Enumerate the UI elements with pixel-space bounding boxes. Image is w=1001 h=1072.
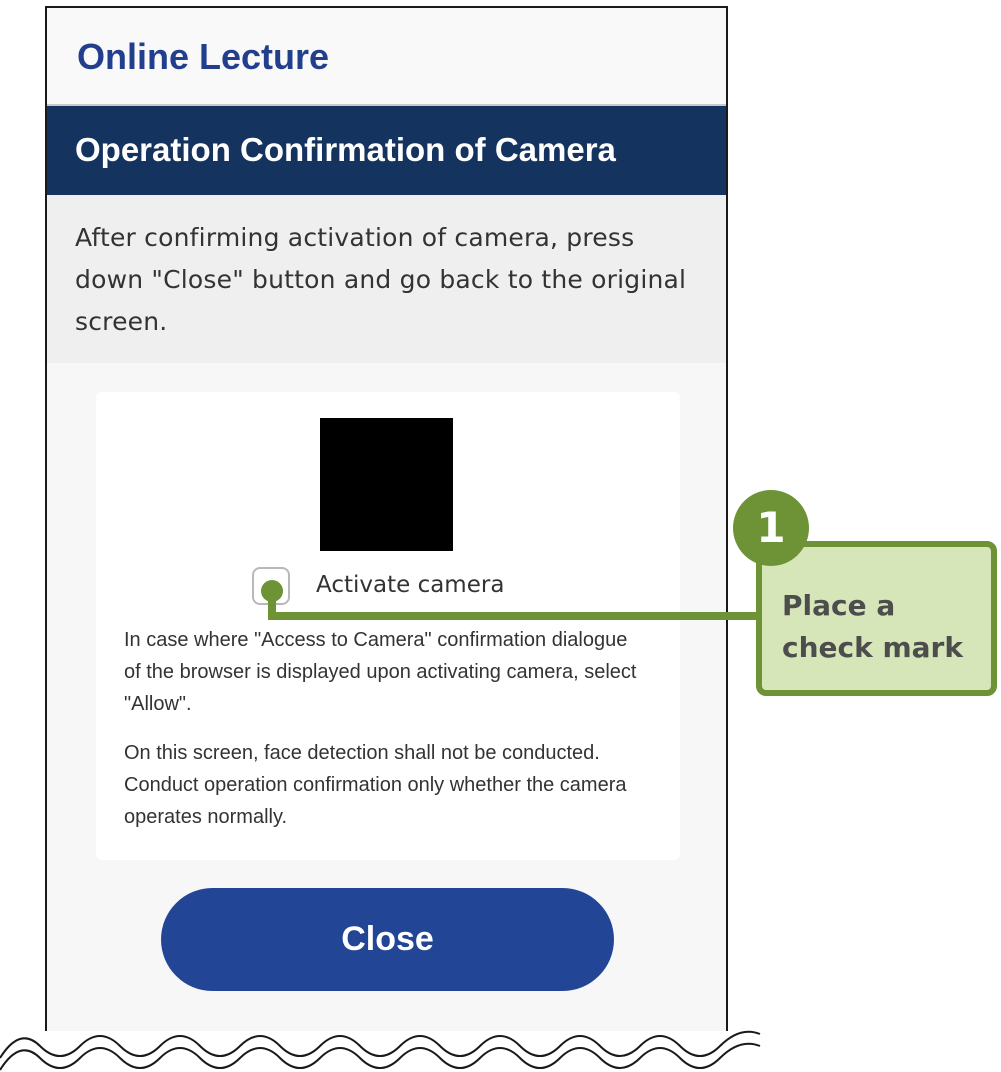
activate-camera-label[interactable]: Activate camera — [316, 570, 504, 600]
camera-preview — [320, 418, 453, 551]
instruction-text: After confirming activation of camera, p… — [47, 195, 726, 363]
callout-text: Place a check mark — [782, 589, 963, 664]
screenshot-stage: Online Lecture Operation Confirmation of… — [0, 0, 1001, 1072]
callout-box: Place a check mark — [756, 541, 997, 696]
app-title: Online Lecture — [77, 36, 330, 77]
callout-pointer-dot — [261, 580, 283, 602]
face-detection-note: On this screen, face detection shall not… — [124, 742, 627, 828]
camera-permission-note: In case where "Access to Camera" confirm… — [124, 629, 637, 715]
step-number-badge: 1 — [733, 490, 809, 566]
app-panel: Online Lecture Operation Confirmation of… — [45, 6, 728, 1031]
torn-edge-decoration — [0, 1030, 761, 1071]
section-header: Operation Confirmation of Camera — [47, 106, 726, 195]
app-header: Online Lecture — [47, 8, 726, 106]
camera-check-card: Activate camera In case where "Access to… — [96, 392, 680, 860]
section-title: Operation Confirmation of Camera — [75, 131, 616, 168]
close-button[interactable]: Close — [161, 888, 614, 991]
